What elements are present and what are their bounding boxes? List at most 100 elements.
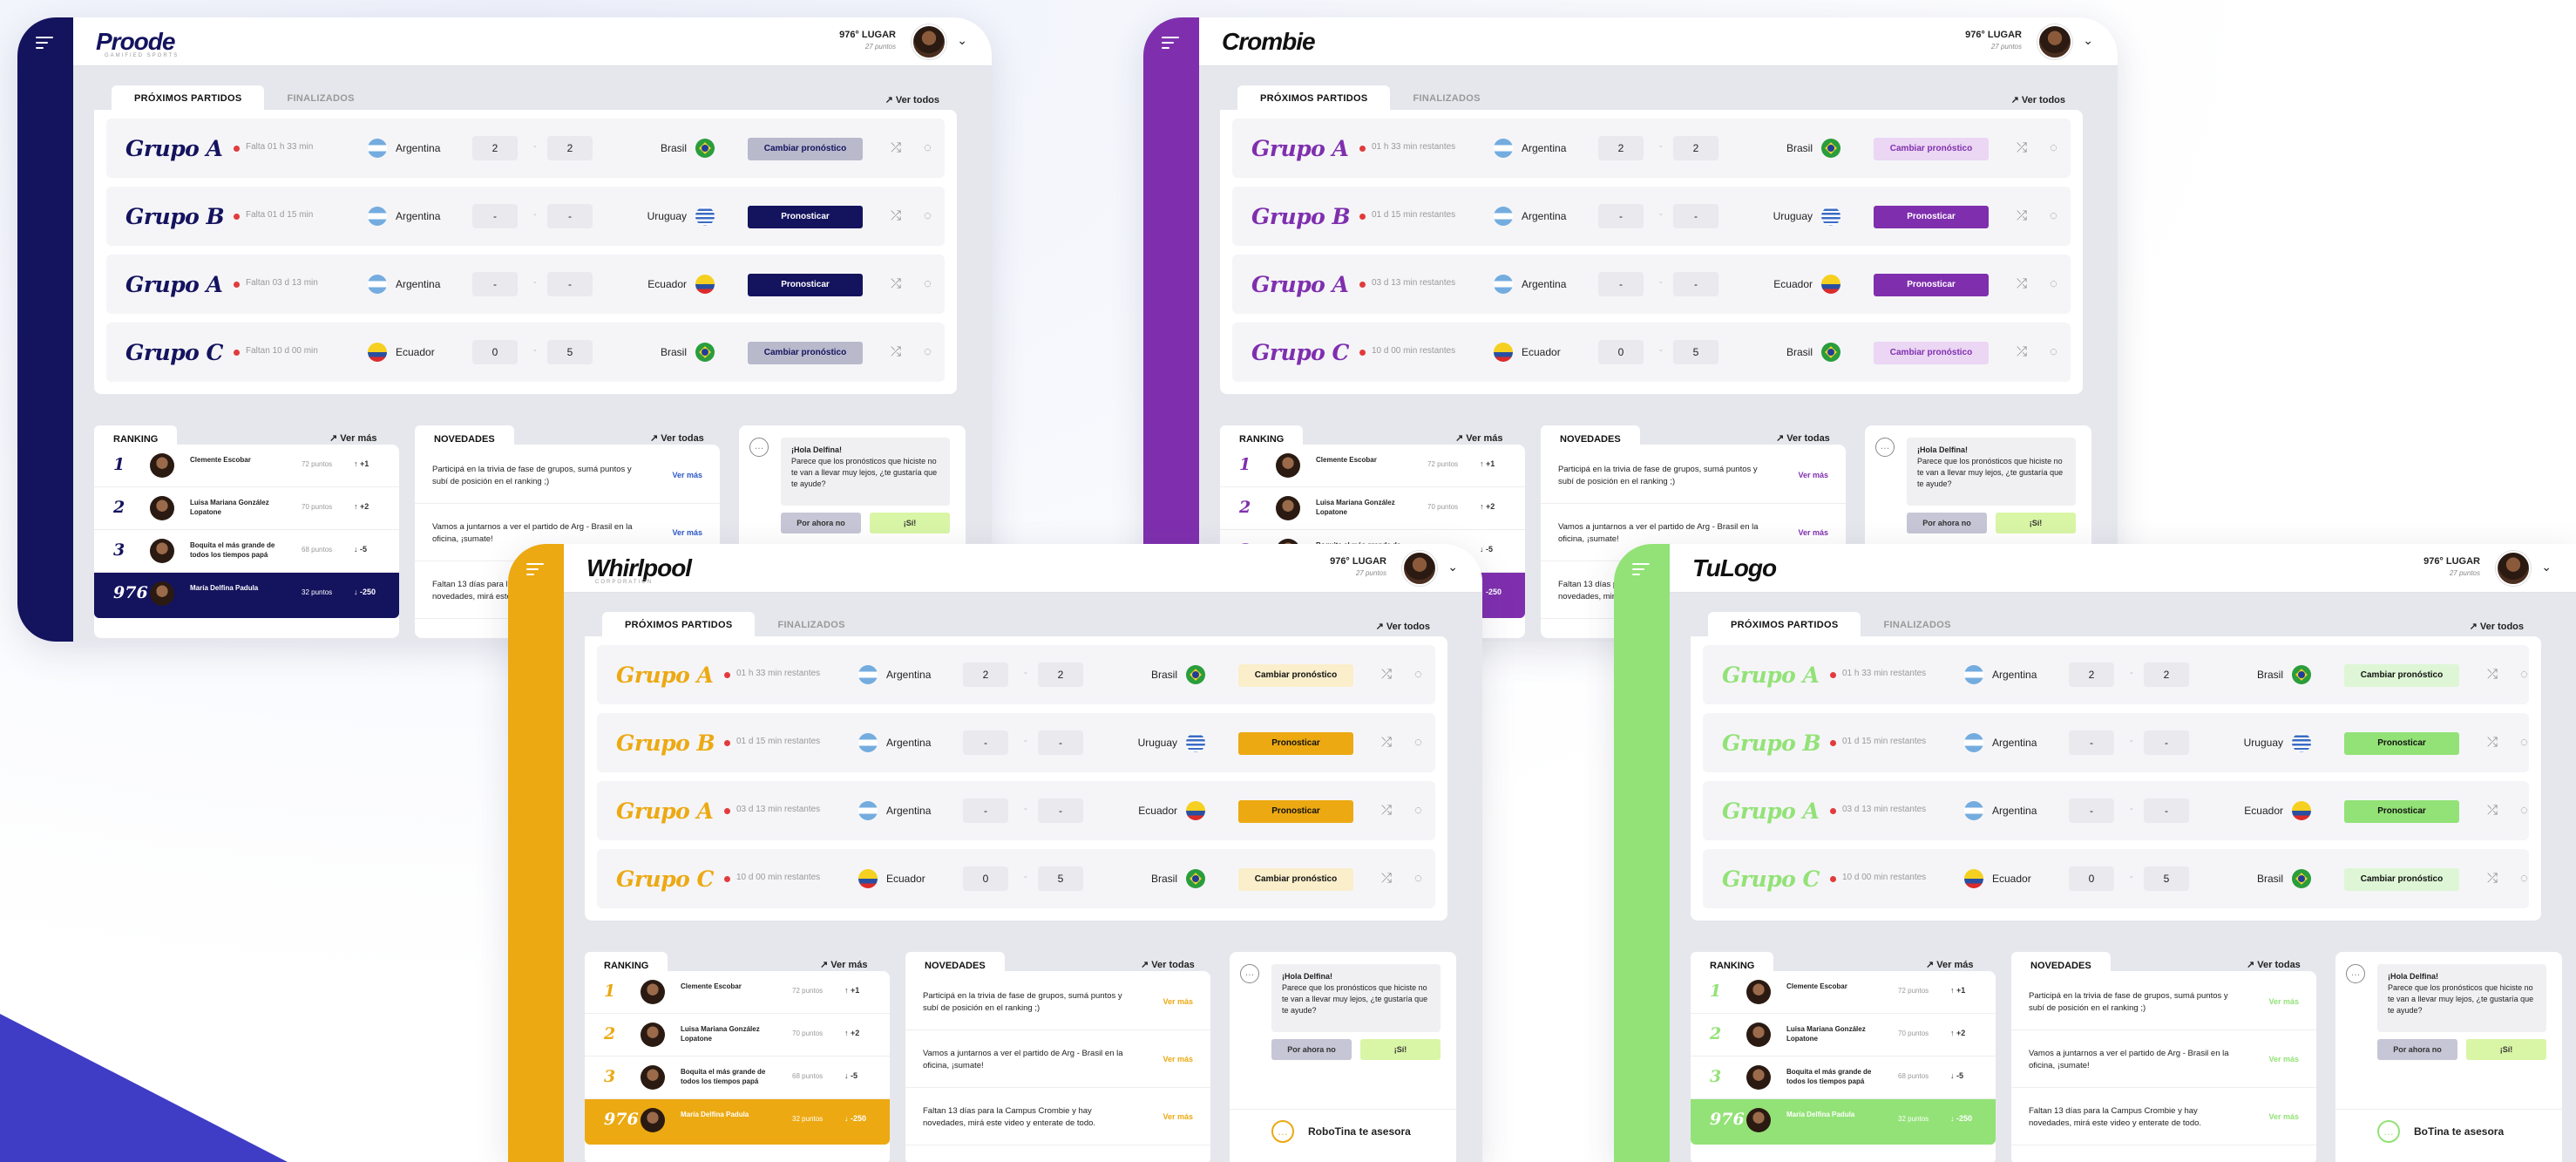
tab-proximos-partidos[interactable]: PRÓXIMOS PARTIDOS <box>112 85 265 110</box>
news-ver-mas-link[interactable]: Ver más <box>672 471 702 479</box>
assistant-footer[interactable]: … RoboTina te asesora <box>1230 1109 1456 1152</box>
home-score-input[interactable]: - <box>963 798 1008 823</box>
ranking-row[interactable]: 1 Clemente Escobar 72 puntos ↑ +1 <box>1691 971 1996 1014</box>
novedades-ver-todas-link[interactable]: ↗ Ver todas <box>1141 959 1195 970</box>
por-ahora-no-button[interactable]: Por ahora no <box>1907 513 1987 533</box>
cambiar-pronostico-button[interactable]: Cambiar pronóstico <box>748 342 863 364</box>
home-score-input[interactable]: - <box>472 204 518 228</box>
chat-icon[interactable]: ◌ <box>2520 735 2528 750</box>
home-score-input[interactable]: 0 <box>963 866 1008 891</box>
novedades-ver-todas-link[interactable]: ↗ Ver todas <box>650 432 704 444</box>
chat-icon[interactable]: ◌ <box>1414 871 1422 886</box>
por-ahora-no-button[interactable]: Por ahora no <box>2377 1039 2457 1060</box>
tab-proximos-partidos[interactable]: PRÓXIMOS PARTIDOS <box>1708 612 1861 636</box>
away-score-input[interactable]: 2 <box>547 136 593 160</box>
news-ver-mas-link[interactable]: Ver más <box>1163 1055 1193 1063</box>
shuffle-icon[interactable]: ⤮ <box>2017 276 2027 291</box>
ranking-row[interactable]: 2 Luisa Mariana González Lopatone 70 punto… <box>585 1014 890 1057</box>
chat-icon[interactable]: ◌ <box>924 276 932 291</box>
shuffle-icon[interactable]: ⤮ <box>891 208 901 223</box>
si-button[interactable]: ¡Sí! <box>2466 1039 2546 1060</box>
shuffle-icon[interactable]: ⤮ <box>1381 871 1392 886</box>
shuffle-icon[interactable]: ⤮ <box>2017 140 2027 155</box>
tab-proximos-partidos[interactable]: PRÓXIMOS PARTIDOS <box>1237 85 1391 110</box>
away-score-input[interactable]: 5 <box>1038 866 1083 891</box>
home-score-input[interactable]: 0 <box>1598 340 1644 364</box>
chevron-down-icon[interactable]: ⌄ <box>1447 560 1458 574</box>
ranking-row-current-user[interactable]: 976 María Delfina Padula 32 puntos ↓ -250 <box>94 573 399 618</box>
news-ver-mas-link[interactable]: Ver más <box>1798 471 1828 479</box>
away-score-input[interactable]: - <box>1038 798 1083 823</box>
tab-finalizados[interactable]: FINALIZADOS <box>1390 85 1502 110</box>
shuffle-icon[interactable]: ⤮ <box>891 140 901 155</box>
ranking-row[interactable]: 2 Luisa Mariana González Lopatone 70 punto… <box>1691 1014 1996 1057</box>
pronosticar-button[interactable]: Pronosticar <box>748 274 863 296</box>
ranking-row[interactable]: 3 Boquita el más grande de todos los tiem… <box>94 530 399 573</box>
shuffle-icon[interactable]: ⤮ <box>891 344 901 359</box>
assistant-footer[interactable]: … BoTina te asesora <box>2335 1109 2562 1152</box>
menu-icon[interactable] <box>1632 563 1650 579</box>
user-avatar[interactable] <box>912 24 946 59</box>
news-ver-mas-link[interactable]: Ver más <box>1163 997 1193 1006</box>
ranking-ver-mas-link[interactable]: ↗ Ver más <box>820 959 867 970</box>
away-score-input[interactable]: - <box>2144 798 2189 823</box>
home-score-input[interactable]: - <box>963 730 1008 755</box>
cambiar-pronostico-button[interactable]: Cambiar pronóstico <box>2344 664 2459 687</box>
away-score-input[interactable]: 2 <box>1673 136 1718 160</box>
ranking-ver-mas-link[interactable]: ↗ Ver más <box>1455 432 1502 444</box>
ranking-row[interactable]: 2 Luisa Mariana González Lopatone 70 punto… <box>1220 487 1525 530</box>
away-score-input[interactable]: 2 <box>1038 663 1083 687</box>
user-avatar[interactable] <box>1402 551 1437 586</box>
chat-icon[interactable]: ◌ <box>2520 803 2528 818</box>
ver-todos-link[interactable]: ↗ Ver todos <box>885 94 939 105</box>
chevron-down-icon[interactable]: ⌄ <box>2541 560 2552 574</box>
away-score-input[interactable]: - <box>547 272 593 296</box>
ranking-ver-mas-link[interactable]: ↗ Ver más <box>1926 959 1973 970</box>
tab-proximos-partidos[interactable]: PRÓXIMOS PARTIDOS <box>602 612 756 636</box>
cambiar-pronostico-button[interactable]: Cambiar pronóstico <box>1874 342 1989 364</box>
ranking-row[interactable]: 1 Clemente Escobar 72 puntos ↑ +1 <box>1220 445 1525 487</box>
shuffle-icon[interactable]: ⤮ <box>891 276 901 291</box>
pronosticar-button[interactable]: Pronosticar <box>1238 800 1353 823</box>
shuffle-icon[interactable]: ⤮ <box>2487 667 2498 682</box>
shuffle-icon[interactable]: ⤮ <box>1381 735 1392 750</box>
por-ahora-no-button[interactable]: Por ahora no <box>781 513 861 533</box>
chat-icon[interactable]: ◌ <box>2520 871 2528 886</box>
away-score-input[interactable]: - <box>1673 204 1718 228</box>
shuffle-icon[interactable]: ⤮ <box>2017 344 2027 359</box>
ranking-row-current-user[interactable]: 976 María Delfina Padula 32 puntos ↓ -250 <box>1691 1099 1996 1145</box>
menu-icon[interactable] <box>526 563 544 579</box>
tab-finalizados[interactable]: FINALIZADOS <box>755 612 867 636</box>
ranking-row[interactable]: 3 Boquita el más grande de todos los tiem… <box>585 1057 890 1099</box>
news-ver-mas-link[interactable]: Ver más <box>672 528 702 537</box>
home-score-input[interactable]: - <box>2069 730 2114 755</box>
home-score-input[interactable]: 2 <box>472 136 518 160</box>
pronosticar-button[interactable]: Pronosticar <box>1238 732 1353 755</box>
chat-icon[interactable]: ◌ <box>1414 667 1422 682</box>
away-score-input[interactable]: 5 <box>2144 866 2189 891</box>
pronosticar-button[interactable]: Pronosticar <box>2344 732 2459 755</box>
away-score-input[interactable]: - <box>1038 730 1083 755</box>
cambiar-pronostico-button[interactable]: Cambiar pronóstico <box>1238 868 1353 891</box>
ver-todos-link[interactable]: ↗ Ver todos <box>2470 621 2524 632</box>
ver-todos-link[interactable]: ↗ Ver todos <box>2011 94 2065 105</box>
pronosticar-button[interactable]: Pronosticar <box>1874 274 1989 296</box>
chat-icon[interactable]: ◌ <box>2050 208 2057 223</box>
home-score-input[interactable]: - <box>1598 272 1644 296</box>
chat-icon[interactable]: ◌ <box>1414 803 1422 818</box>
chat-icon[interactable]: ◌ <box>2050 344 2057 359</box>
chat-icon[interactable]: ◌ <box>924 344 932 359</box>
cambiar-pronostico-button[interactable]: Cambiar pronóstico <box>1238 664 1353 687</box>
home-score-input[interactable]: 0 <box>472 340 518 364</box>
shuffle-icon[interactable]: ⤮ <box>2487 735 2498 750</box>
chat-icon[interactable]: ◌ <box>2050 276 2057 291</box>
ver-todos-link[interactable]: ↗ Ver todos <box>1376 621 1430 632</box>
chat-icon[interactable]: ◌ <box>2050 140 2057 155</box>
novedades-ver-todas-link[interactable]: ↗ Ver todas <box>1776 432 1830 444</box>
away-score-input[interactable]: - <box>2144 730 2189 755</box>
home-score-input[interactable]: 2 <box>1598 136 1644 160</box>
news-ver-mas-link[interactable]: Ver más <box>2268 1112 2299 1121</box>
away-score-input[interactable]: - <box>547 204 593 228</box>
home-score-input[interactable]: 2 <box>2069 663 2114 687</box>
chat-icon[interactable]: ◌ <box>2520 667 2528 682</box>
